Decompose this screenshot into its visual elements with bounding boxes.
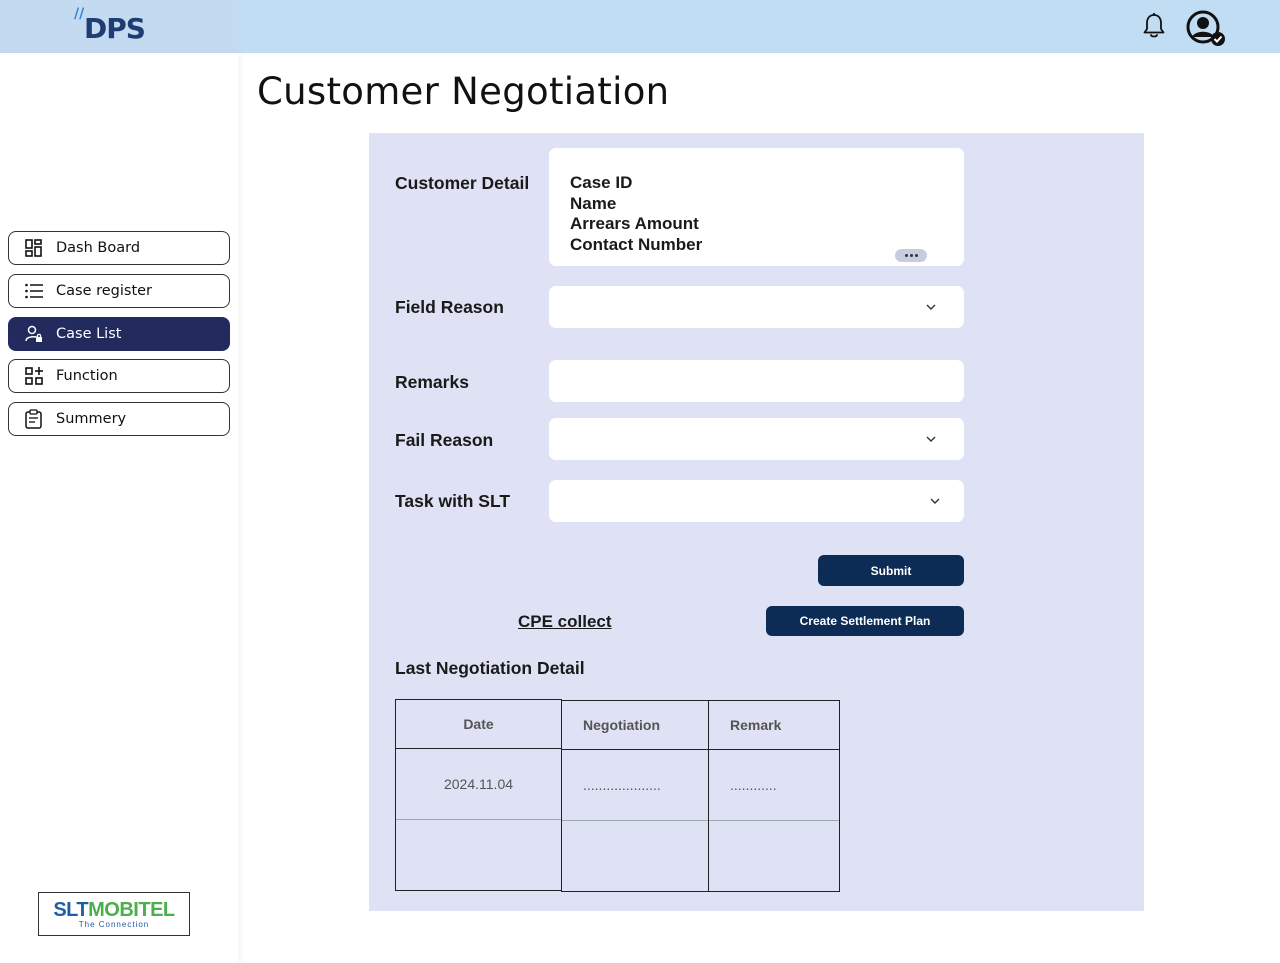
logo-mark-icon: // — [74, 6, 85, 22]
sidebar-item-label: Case register — [56, 283, 153, 299]
customer-detail-lines: Case ID Name Arrears Amount Contact Numb… — [570, 173, 702, 255]
contact-number-label: Contact Number — [570, 234, 703, 254]
logo-text: DPS — [84, 12, 146, 45]
fail-reason-label: Fail Reason — [395, 430, 494, 450]
slt-mobitel-logo: SLTMOBITEL The Connection — [38, 892, 190, 936]
chevron-down-icon — [930, 498, 940, 504]
table-column-negotiation: Negotiation .................... — [561, 700, 709, 892]
table-cell — [396, 820, 561, 891]
negotiation-panel: Customer Detail Case ID Name Arrears Amo… — [369, 133, 1144, 911]
chevron-down-icon — [926, 436, 936, 442]
sidebar-item-case-register[interactable]: Case register — [8, 274, 230, 308]
sidebar-item-case-list[interactable]: Case List — [8, 317, 230, 351]
dps-logo[interactable]: // DPS — [74, 6, 158, 46]
table-header-remark: Remark — [709, 701, 839, 750]
table-cell: 2024.11.04 — [396, 749, 561, 820]
remarks-input[interactable] — [549, 360, 964, 402]
sidebar-item-label: Case List — [56, 326, 122, 342]
customer-detail-label: Customer Detail — [395, 173, 530, 193]
table-cell: ............ — [709, 750, 839, 821]
task-with-slt-label: Task with SLT — [395, 491, 511, 511]
table-column-remark: Remark ............ — [708, 700, 840, 892]
clipboard-icon — [25, 409, 42, 429]
table-cell: .................... — [562, 750, 708, 821]
grid-plus-icon — [25, 367, 43, 385]
field-reason-label: Field Reason — [395, 297, 504, 317]
sidebar-item-summery[interactable]: Summery — [8, 402, 230, 436]
logo-area: // DPS — [0, 0, 238, 53]
sidebar-item-label: Summery — [56, 411, 127, 427]
top-bar: // DPS — [0, 0, 1280, 53]
table-header-negotiation: Negotiation — [562, 701, 708, 750]
fail-reason-select[interactable] — [549, 418, 964, 460]
chevron-down-icon — [926, 304, 936, 310]
remarks-label: Remarks — [395, 372, 469, 392]
table-cell — [709, 821, 839, 892]
table-cell — [562, 821, 708, 892]
user-account-icon[interactable] — [1186, 10, 1228, 48]
customer-detail-card: Case ID Name Arrears Amount Contact Numb… — [549, 148, 964, 266]
sidebar-item-label: Function — [56, 368, 118, 384]
brand-name: SLTMOBITEL — [53, 899, 175, 921]
bell-icon[interactable] — [1141, 12, 1167, 40]
sidebar-item-dashboard[interactable]: Dash Board — [8, 231, 230, 265]
sidebar-item-function[interactable]: Function — [8, 359, 230, 393]
last-negotiation-title: Last Negotiation Detail — [395, 658, 585, 678]
cpe-collect-link[interactable]: CPE collect — [518, 612, 612, 632]
user-lock-icon — [25, 325, 42, 342]
field-reason-select[interactable] — [549, 286, 964, 328]
dashboard-icon — [25, 239, 42, 257]
create-settlement-plan-button[interactable]: Create Settlement Plan — [766, 606, 964, 636]
case-id-label: Case ID — [570, 173, 633, 192]
page-title: Customer Negotiation — [257, 70, 670, 113]
task-with-slt-select[interactable] — [549, 480, 964, 522]
table-column-date: Date 2024.11.04 — [395, 699, 562, 891]
table-header-date: Date — [396, 700, 561, 749]
sidebar: Dash Board Case register Case List Funct… — [0, 53, 238, 963]
list-icon — [25, 283, 43, 299]
more-options-icon[interactable] — [895, 249, 927, 262]
arrears-amount-label: Arrears Amount — [570, 214, 699, 233]
sidebar-item-label: Dash Board — [56, 240, 141, 256]
name-label: Name — [570, 193, 617, 213]
submit-button[interactable]: Submit — [818, 555, 964, 586]
